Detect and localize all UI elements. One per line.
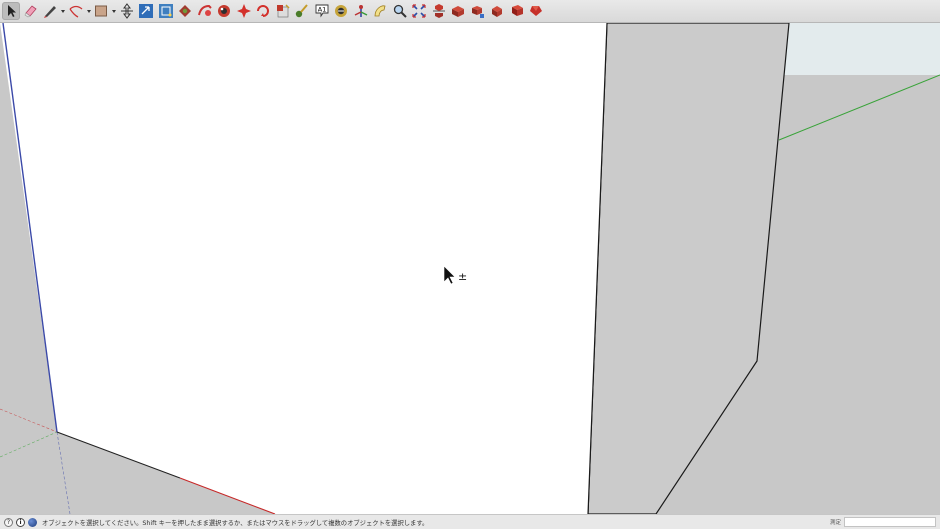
- select-arrow-icon: [8, 5, 16, 17]
- extension-warehouse-icon: [511, 5, 523, 16]
- follow-me-tool-button[interactable]: [196, 2, 214, 20]
- arc-tool-button[interactable]: [67, 2, 91, 20]
- protractor-tool-button[interactable]: [274, 2, 292, 20]
- 3d-warehouse-button[interactable]: [469, 2, 487, 20]
- eraser-tool-button[interactable]: [22, 2, 40, 20]
- 3d-text-icon: [335, 5, 347, 17]
- zoom-extents-icon: [452, 6, 464, 17]
- measurements-label: 測定: [829, 520, 841, 526]
- dropdown-caret-icon[interactable]: [86, 10, 91, 13]
- zoom-tool-button[interactable]: [430, 2, 448, 20]
- orbit-icon: [393, 4, 407, 18]
- scale-icon: [158, 4, 173, 18]
- scale-tool-button[interactable]: [157, 2, 175, 20]
- 3d-warehouse-icon: [471, 6, 484, 18]
- svg-text:A1: A1: [317, 6, 326, 14]
- move-tool-button[interactable]: [137, 2, 155, 20]
- pan-icon: [412, 4, 426, 18]
- model-scene[interactable]: ±: [0, 23, 940, 514]
- help-icon[interactable]: ?: [4, 517, 13, 527]
- text-tool-button[interactable]: A1: [313, 2, 331, 20]
- share-model-button[interactable]: [488, 2, 506, 20]
- offset-icon: [218, 5, 230, 17]
- info-icon[interactable]: i: [16, 517, 25, 527]
- extension-manager-icon: [530, 6, 542, 16]
- text-icon: A1: [315, 4, 328, 18]
- help-glyph: ?: [6, 518, 11, 526]
- info-glyph: i: [19, 518, 22, 526]
- credit-globe-icon[interactable]: [28, 517, 37, 527]
- dropdown-caret-icon[interactable]: [112, 10, 116, 13]
- rotate-icon: [179, 5, 191, 17]
- axes-tool-button[interactable]: [352, 2, 370, 20]
- status-bar: ? i オブジェクトを選択してください。Shift キーを押したまま選択するか、…: [0, 514, 940, 529]
- share-model-icon: [492, 6, 502, 17]
- tape-measure-tool-button[interactable]: [235, 2, 253, 20]
- box-front-face[interactable]: [0, 23, 607, 514]
- follow-me-icon: [197, 4, 212, 16]
- protractor-icon: [276, 4, 290, 18]
- 3d-viewport[interactable]: ±: [0, 23, 940, 514]
- line-tool-button[interactable]: [41, 2, 65, 20]
- status-message: オブジェクトを選択してください。Shift キーを押したまま選択するか、またはマ…: [42, 519, 429, 527]
- axes-icon: [354, 5, 367, 17]
- rectangle-icon: [95, 5, 107, 17]
- tape-measure-icon: [236, 4, 251, 18]
- dimension-icon: [257, 5, 269, 17]
- zoom-extents-tool-button[interactable]: [449, 2, 467, 20]
- section-plane-icon: [374, 5, 386, 17]
- 3d-text-tool-button[interactable]: [332, 2, 350, 20]
- push-pull-tool-button[interactable]: [118, 2, 136, 20]
- extension-warehouse-button[interactable]: [508, 2, 526, 20]
- move-icon: [139, 4, 153, 18]
- sky: [776, 23, 940, 75]
- section-plane-tool-button[interactable]: [371, 2, 389, 20]
- rotate-tool-button[interactable]: [176, 2, 194, 20]
- cursor-modifier-glyph: ±: [458, 270, 467, 283]
- shape-tool-button[interactable]: [92, 2, 116, 20]
- paint-bucket-tool-button[interactable]: [293, 2, 311, 20]
- push-pull-icon: [120, 3, 133, 19]
- paint-bucket-icon: [295, 4, 308, 18]
- select-tool-button[interactable]: [2, 2, 20, 20]
- offset-tool-button[interactable]: [215, 2, 233, 20]
- measurements-input[interactable]: [844, 517, 936, 527]
- zoom-icon: [432, 4, 445, 18]
- orbit-tool-button[interactable]: [391, 2, 409, 20]
- pencil-icon: [44, 6, 56, 18]
- dropdown-caret-icon[interactable]: [61, 10, 65, 13]
- main-toolbar: A1: [0, 0, 940, 23]
- dimension-tool-button[interactable]: [254, 2, 272, 20]
- eraser-icon: [24, 5, 37, 18]
- arc-icon: [68, 5, 82, 18]
- pan-tool-button[interactable]: [410, 2, 428, 20]
- extension-manager-button[interactable]: [527, 2, 545, 20]
